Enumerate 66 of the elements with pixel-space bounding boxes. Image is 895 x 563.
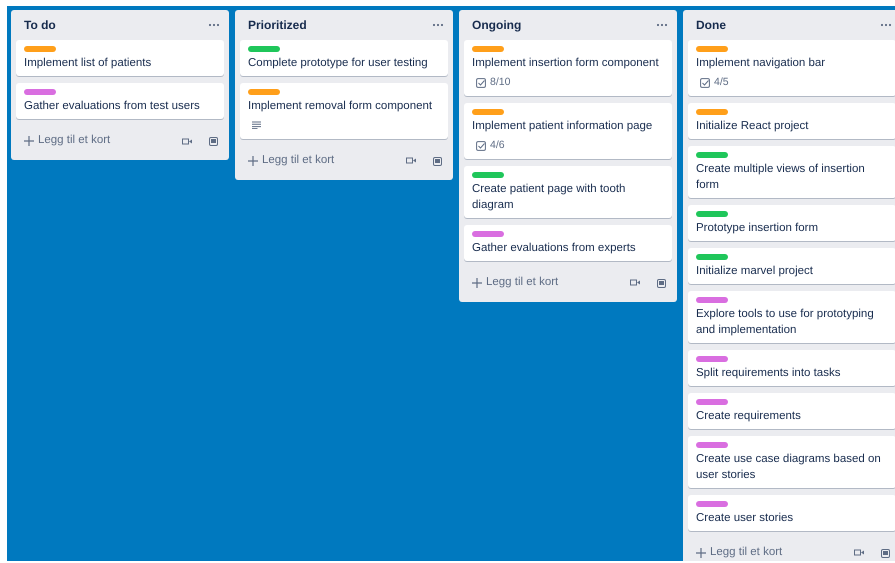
plus-icon[interactable] [472,278,482,288]
card-title: Implement list of patients [24,56,152,71]
more-icon[interactable] [432,23,444,27]
task-card[interactable]: Create user stories [688,494,895,531]
add-card-link[interactable]: Legg til et kort [262,152,334,170]
card-title: Create use case diagrams based on user stories [696,452,882,483]
checklist-count: 4/6 [490,138,505,153]
list-title: Done [696,17,726,34]
template-icon[interactable] [656,278,666,288]
task-card[interactable]: Prototype insertion form [688,204,895,241]
card-title: Implement insertion form component [472,56,660,71]
list-title: Prioritized [248,17,307,34]
video-icon[interactable] [630,279,640,286]
video-icon[interactable] [182,138,192,144]
task-card[interactable]: Initialize React project [688,102,895,139]
card-title: Initialize React project [696,118,810,134]
card-title: Implement removal form component [248,99,434,114]
task-card[interactable]: Gather evaluations from test users [16,83,224,119]
video-icon[interactable] [854,549,864,556]
card-title: Complete prototype for user testing [248,56,429,71]
more-icon[interactable] [208,23,220,27]
plus-icon[interactable] [696,548,706,558]
card-title: Create patient page with tooth diagram [472,182,626,212]
task-card[interactable]: Create requirements [688,392,895,429]
card-title: Implement navigation bar [696,56,826,71]
task-card[interactable]: Complete prototype for user testing [240,40,448,76]
checklist-icon [700,78,710,88]
more-icon[interactable] [880,23,892,27]
task-card[interactable]: Implement removal form component [240,83,448,139]
template-icon[interactable] [208,136,218,146]
task-card[interactable]: Implement patient information page 4/6 [464,102,672,158]
checklist-count: 4/5 [714,75,729,90]
checklist-count: 8/10 [490,75,510,90]
task-card[interactable]: Create patient page with tooth diagram [464,166,672,218]
checklist-icon [476,140,486,151]
task-card[interactable]: Create use case diagrams based on user stories [688,436,895,488]
more-icon[interactable] [656,23,668,27]
add-card-link[interactable]: Legg til et kort [710,544,782,561]
card-title: Create requirements [696,408,802,424]
task-card[interactable]: Implement insertion form component 8/10 [464,40,672,96]
task-card[interactable]: Create multiple views of insertion form [688,146,895,198]
task-card[interactable]: Implement list of patients [16,40,224,76]
add-card-link[interactable]: Legg til et kort [486,274,558,292]
card-title: Explore tools to use for prototyping and implementation [696,306,875,338]
video-icon[interactable] [406,157,416,164]
card-title: Prototype insertion form [696,220,820,236]
checklist-icon [476,78,486,88]
card-title: Gather evaluations from test users [24,99,201,114]
list-title: Ongoing [472,17,522,34]
add-card-link[interactable]: Legg til et kort [38,132,110,150]
template-icon[interactable] [880,548,890,558]
plus-icon[interactable] [248,156,258,166]
list-title: To do [24,17,56,34]
card-title: Implement patient information page [472,118,654,134]
template-icon[interactable] [432,156,442,166]
card-title: Split requirements into tasks [696,366,842,381]
card-title: Create multiple views of insertion form [696,162,866,193]
task-card[interactable]: Explore tools to use for prototyping and implementation [688,290,895,343]
task-card[interactable]: Split requirements into tasks [688,350,895,386]
task-card[interactable]: Gather evaluations from experts [464,224,672,260]
plus-icon[interactable] [24,136,34,146]
card-title: Gather evaluations from experts [472,240,637,256]
card-title: Create user stories [696,510,794,526]
task-card[interactable]: Implement navigation bar 4/5 [688,40,895,96]
card-title: Initialize marvel project [696,264,814,279]
task-card[interactable]: Initialize marvel project [688,248,895,284]
